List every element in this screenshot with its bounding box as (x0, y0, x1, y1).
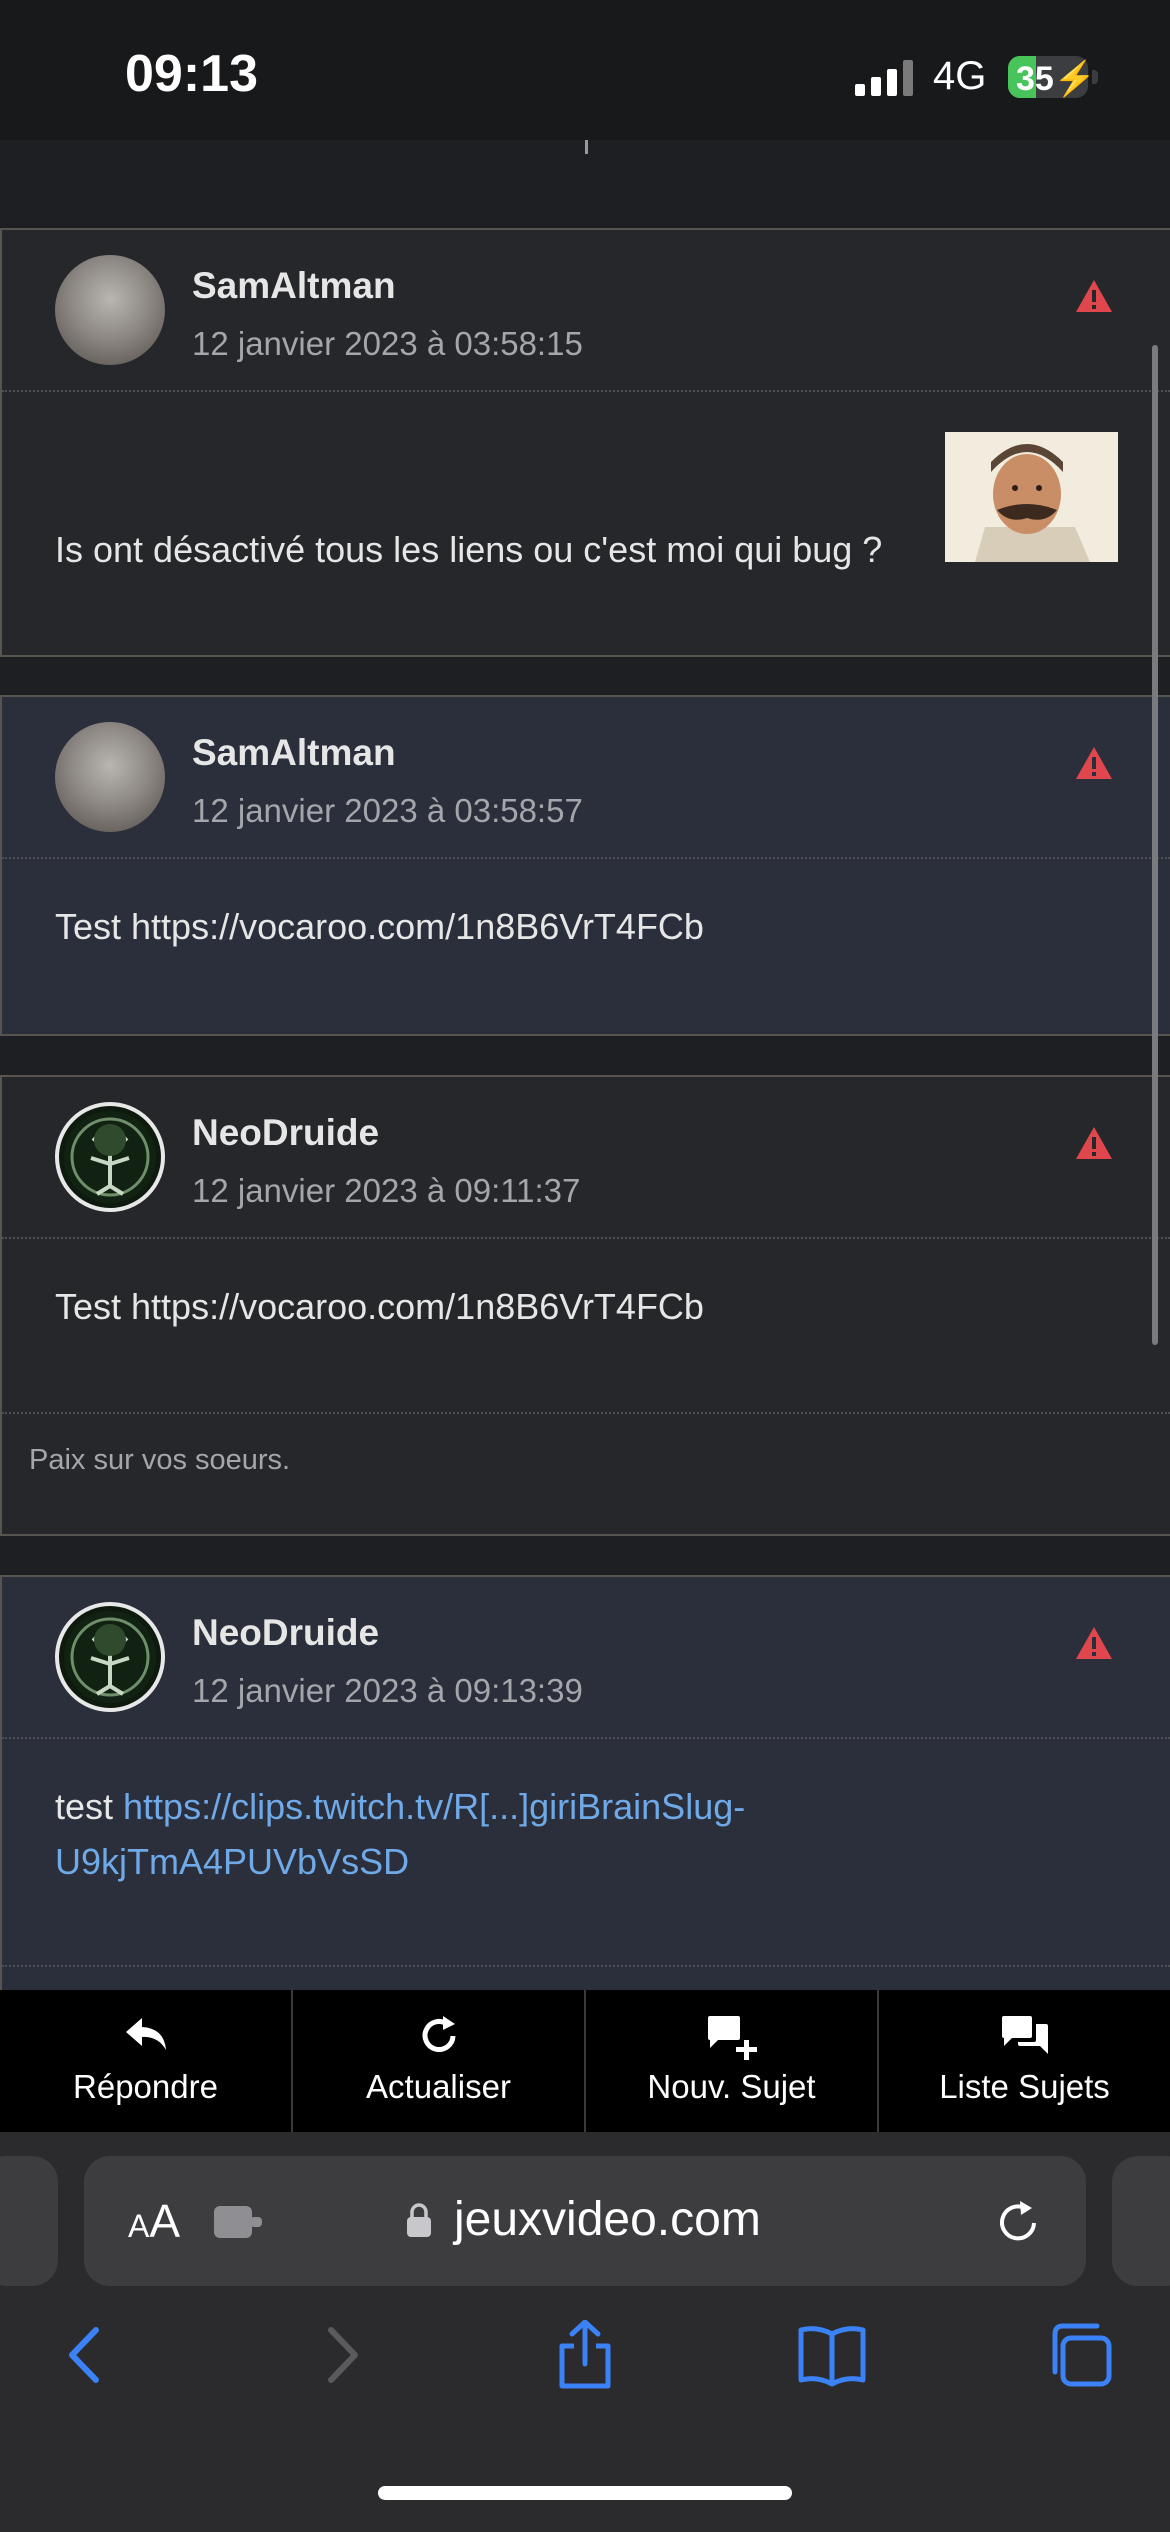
forum-toolbar: Répondre Actualiser Nouv. Sujet Liste Su… (0, 1990, 1170, 2132)
post-4: NeoDruide 12 janvier 2023 à 09:13:39 tes… (0, 1575, 1170, 1990)
share-icon[interactable] (550, 2320, 620, 2390)
reply-icon (125, 2018, 166, 2050)
post-1: SamAltman 12 janvier 2023 à 03:58:15 Is … (0, 228, 1170, 657)
next-tab-preview[interactable] (1112, 2156, 1170, 2286)
alert-icon[interactable] (1074, 745, 1114, 781)
post-separator (2, 1737, 1170, 1739)
previous-tab-preview[interactable] (0, 2156, 58, 2286)
post-link[interactable]: https://clips.twitch.tv/R[...]giriBrainS… (123, 1786, 745, 1827)
signature-separator (2, 1412, 1170, 1414)
alert-icon[interactable] (1074, 1125, 1114, 1161)
sticker-image (945, 432, 1118, 562)
url-text[interactable]: jeuxvideo.com (454, 2192, 761, 2247)
topic-list-icon (1001, 2016, 1048, 2054)
status-time: 09:13 (125, 45, 258, 103)
top-divider (585, 140, 588, 154)
post-author[interactable]: SamAltman (192, 265, 396, 307)
reader-settings-button[interactable]: AA (128, 2194, 180, 2248)
aa-small: A (128, 2208, 150, 2244)
avatar[interactable] (55, 1602, 165, 1712)
avatar[interactable] (55, 255, 165, 365)
post-date[interactable]: 12 janvier 2023 à 03:58:57 (192, 792, 583, 830)
post-3: NeoDruide 12 janvier 2023 à 09:11:37 Tes… (0, 1075, 1170, 1536)
aa-big: A (149, 2195, 181, 2247)
home-indicator[interactable] (378, 2486, 792, 2500)
status-bar: 09:13 4G 35⚡ (0, 0, 1170, 140)
topic-page[interactable]: SamAltman 12 janvier 2023 à 03:58:15 Is … (0, 140, 1170, 1990)
lock-icon (407, 2203, 431, 2237)
avatar[interactable] (55, 1102, 165, 1212)
post-author[interactable]: SamAltman (192, 732, 396, 774)
back-icon[interactable] (52, 2320, 122, 2390)
post-separator (2, 857, 1170, 859)
post-link-continued[interactable]: U9kjTmA4PUVbVsSD (55, 1841, 409, 1882)
reply-label: Répondre (73, 2068, 218, 2105)
post-body: Is ont désactivé tous les liens ou c'est… (55, 529, 883, 570)
post-body: Test https://vocaroo.com/1n8B6VrT4FCb (55, 906, 704, 947)
battery-percent: 35 (1016, 60, 1054, 98)
reload-icon[interactable] (996, 2200, 1042, 2246)
post-separator (2, 1237, 1170, 1239)
address-bar[interactable]: AA jeuxvideo.com (84, 2156, 1086, 2286)
network-type: 4G (933, 54, 987, 98)
topic-list-label: Liste Sujets (939, 2068, 1110, 2105)
post-author[interactable]: NeoDruide (192, 1612, 379, 1654)
refresh-button[interactable]: Actualiser (293, 1990, 586, 2132)
topic-list-button[interactable]: Liste Sujets (879, 1990, 1170, 2132)
post-separator (2, 390, 1170, 392)
tabs-icon[interactable] (1045, 2320, 1115, 2390)
post-separator (2, 1965, 1170, 1967)
post-body: test https://clips.twitch.tv/R[...]giriB… (55, 1779, 745, 1889)
new-topic-icon (707, 2016, 757, 2060)
post-text: test (55, 1786, 124, 1827)
post-body: Test https://vocaroo.com/1n8B6VrT4FCb (55, 1286, 704, 1327)
post-date[interactable]: 12 janvier 2023 à 03:58:15 (192, 325, 583, 363)
battery-indicator: 35⚡ (1008, 56, 1098, 98)
avatar[interactable] (55, 722, 165, 832)
post-date[interactable]: 12 janvier 2023 à 09:13:39 (192, 1672, 583, 1710)
bookmarks-icon[interactable] (797, 2320, 867, 2390)
browser-chrome: AA jeuxvideo.com (0, 2132, 1170, 2532)
post-author[interactable]: NeoDruide (192, 1112, 379, 1154)
post-date[interactable]: 12 janvier 2023 à 09:11:37 (192, 1172, 580, 1210)
refresh-icon (422, 2016, 455, 2052)
alert-icon[interactable] (1074, 278, 1114, 314)
new-topic-button[interactable]: Nouv. Sujet (586, 1990, 879, 2132)
page-scrollbar[interactable] (1152, 345, 1158, 1345)
post-2: SamAltman 12 janvier 2023 à 03:58:57 Tes… (0, 695, 1170, 1036)
reply-button[interactable]: Répondre (0, 1990, 293, 2132)
forward-icon[interactable] (305, 2320, 375, 2390)
post-signature: Paix sur vos soeurs. (29, 1444, 291, 1476)
cellular-signal-icon (855, 60, 913, 96)
refresh-label: Actualiser (366, 2068, 511, 2105)
new-topic-label: Nouv. Sujet (647, 2068, 816, 2105)
extension-icon[interactable] (214, 2204, 264, 2240)
alert-icon[interactable] (1074, 1625, 1114, 1661)
